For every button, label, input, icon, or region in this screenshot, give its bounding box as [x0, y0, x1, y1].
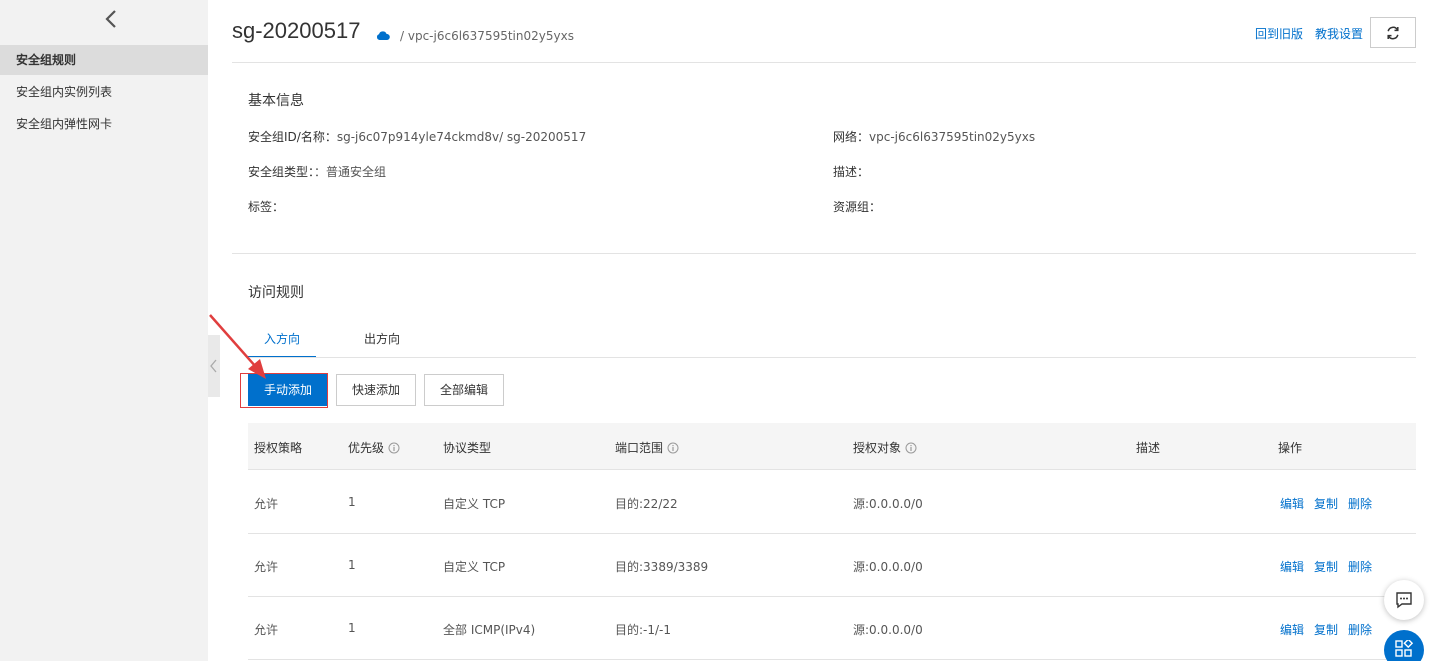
group-type-label: 安全组类型： — [248, 165, 315, 179]
back-to-old-version-link[interactable]: 回到旧版 — [1255, 25, 1303, 42]
cell-policy: 允许 — [254, 623, 279, 637]
section-divider — [232, 253, 1416, 254]
group-type-field: 安全组类型：：普通安全组 — [248, 163, 386, 180]
table-row: 允许 1 自定义 TCP 目的:22/22 源:0.0.0.0/0 编辑 复制 … — [248, 471, 1416, 534]
cell-port: 目的:22/22 — [615, 497, 678, 511]
cell-target: 源:0.0.0.0/0 — [853, 560, 923, 574]
col-priority-label: 优先级 — [348, 441, 385, 455]
col-description: 描述 — [1136, 441, 1161, 455]
cell-priority: 1 — [348, 495, 356, 509]
info-icon[interactable] — [388, 442, 400, 457]
col-priority: 优先级 — [348, 439, 400, 457]
group-id-label: 安全组ID/名称： — [248, 130, 337, 144]
edit-link[interactable]: 编辑 — [1280, 621, 1304, 638]
cell-port: 目的:-1/-1 — [615, 623, 672, 637]
tag-field: 标签： — [248, 198, 284, 215]
delete-link[interactable]: 删除 — [1348, 621, 1372, 638]
back-chevron-icon[interactable] — [101, 8, 123, 30]
info-icon[interactable] — [667, 442, 679, 457]
access-rules-title: 访问规则 — [248, 285, 304, 301]
tag-label: 标签： — [248, 200, 285, 214]
cell-protocol: 自定义 TCP — [443, 560, 506, 574]
group-id-value: sg-j6c07p914yle74ckmd8v/ sg-20200517 — [336, 130, 587, 144]
refresh-icon — [1387, 26, 1399, 40]
resource-group-label: 资源组： — [833, 200, 882, 214]
refresh-button[interactable] — [1370, 17, 1416, 48]
delete-link[interactable]: 删除 — [1348, 558, 1372, 575]
table-row: 允许 1 全部 ICMP(IPv4) 目的:-1/-1 源:0.0.0.0/0 … — [248, 597, 1416, 660]
chat-button[interactable] — [1384, 580, 1424, 620]
cell-target: 源:0.0.0.0/0 — [853, 497, 923, 511]
edit-all-button[interactable]: 全部编辑 — [424, 374, 504, 406]
tab-inbound[interactable]: 入方向 — [248, 322, 316, 358]
cell-policy: 允许 — [254, 560, 279, 574]
delete-link[interactable]: 删除 — [1348, 495, 1372, 512]
cell-port: 目的:3389/3389 — [615, 560, 709, 574]
manual-add-button[interactable]: 手动添加 — [248, 374, 328, 406]
page-title: sg-20200517 — [232, 18, 361, 43]
quick-add-button[interactable]: 快速添加 — [336, 374, 416, 406]
sidebar-collapse-handle[interactable] — [208, 335, 220, 397]
sidebar-item-instance-list[interactable]: 安全组内实例列表 — [0, 77, 208, 107]
info-icon[interactable] — [905, 442, 917, 457]
apps-button[interactable] — [1384, 630, 1424, 661]
tab-outbound[interactable]: 出方向 — [348, 322, 416, 358]
cell-target: 源:0.0.0.0/0 — [853, 623, 923, 637]
network-field: 网络：vpc-j6c6l637595tin02y5yxs — [833, 128, 1035, 145]
sidebar-item-security-group-rules[interactable]: 安全组规则 — [0, 45, 208, 75]
table-header: 授权策略 优先级 协议类型 端口范围 授权对象 描述 操作 — [248, 423, 1416, 470]
description-label: 描述： — [833, 165, 870, 179]
table-row: 允许 1 自定义 TCP 目的:3389/3389 源:0.0.0.0/0 编辑… — [248, 534, 1416, 597]
col-port-range: 端口范围 — [615, 439, 679, 457]
cell-priority: 1 — [348, 558, 356, 572]
description-field: 描述： — [833, 163, 869, 180]
col-target: 授权对象 — [853, 439, 917, 457]
col-port-range-label: 端口范围 — [615, 441, 664, 455]
teach-me-link[interactable]: 教我设置 — [1315, 25, 1363, 42]
network-label: 网络： — [833, 130, 870, 144]
sidebar-item-eni[interactable]: 安全组内弹性网卡 — [0, 109, 208, 139]
col-target-label: 授权对象 — [853, 441, 902, 455]
cell-protocol: 自定义 TCP — [443, 497, 506, 511]
col-actions: 操作 — [1278, 441, 1303, 455]
edit-link[interactable]: 编辑 — [1280, 558, 1304, 575]
copy-link[interactable]: 复制 — [1314, 621, 1338, 638]
copy-link[interactable]: 复制 — [1314, 558, 1338, 575]
breadcrumb: / vpc-j6c6l637595tin02y5yxs — [400, 29, 574, 43]
apps-icon — [1395, 640, 1413, 657]
basic-info-title: 基本信息 — [248, 93, 304, 109]
cell-policy: 允许 — [254, 497, 279, 511]
sidebar: 安全组规则 安全组内实例列表 安全组内弹性网卡 — [0, 0, 208, 661]
edit-link[interactable]: 编辑 — [1280, 495, 1304, 512]
cloud-icon — [376, 30, 390, 44]
col-protocol: 协议类型 — [443, 441, 492, 455]
group-id-field: 安全组ID/名称：sg-j6c07p914yle74ckmd8v/ sg-202… — [248, 128, 586, 145]
group-type-value: ：普通安全组 — [314, 165, 387, 179]
tabs-divider — [248, 357, 1416, 358]
header-divider — [232, 62, 1416, 63]
col-policy: 授权策略 — [254, 441, 303, 455]
cell-priority: 1 — [348, 621, 356, 635]
chat-icon — [1396, 592, 1412, 609]
network-value: vpc-j6c6l637595tin02y5yxs — [869, 130, 1036, 144]
cell-protocol: 全部 ICMP(IPv4) — [443, 623, 536, 637]
resource-group-field: 资源组： — [833, 198, 881, 215]
copy-link[interactable]: 复制 — [1314, 495, 1338, 512]
